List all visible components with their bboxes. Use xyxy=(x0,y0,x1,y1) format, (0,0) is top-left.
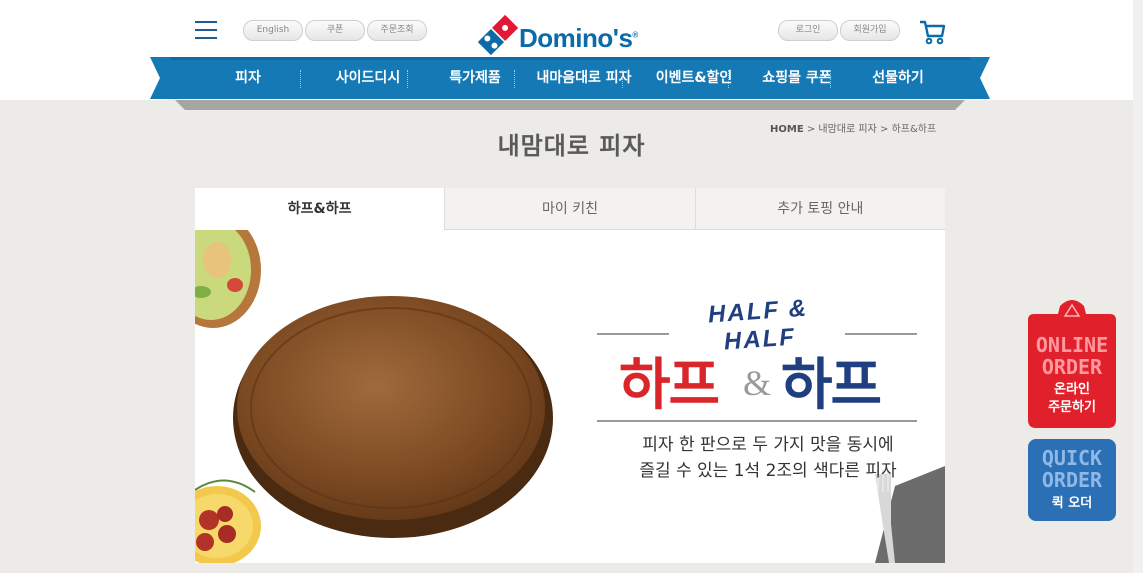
quick-order-en-line1: QUICK xyxy=(1041,446,1103,470)
domino-tile-icon xyxy=(475,12,521,58)
nav-divider xyxy=(830,70,831,88)
banner-description: 피자 한 판으로 두 가지 맛을 동시에 즐길 수 있는 1석 2조의 색다른 … xyxy=(607,432,929,484)
page-scrollbar[interactable] xyxy=(1133,0,1143,573)
online-order-ko-line2: 주문하기 xyxy=(1048,400,1096,415)
half-and-half-korean-title: 하프 & 하프 xyxy=(595,340,925,418)
nav-divider xyxy=(407,70,408,88)
title-half-left: 하프 xyxy=(619,353,720,418)
tab-half-and-half[interactable]: 하프&하프 xyxy=(195,188,445,230)
half-half-banner: HALF & HALF 하프 & 하프 피자 한 판으로 두 가지 맛을 동시에… xyxy=(195,230,945,563)
language-english-link[interactable]: English xyxy=(243,20,303,41)
title-underline xyxy=(597,420,917,422)
banner-description-line2: 즐길 수 있는 1석 2조의 색다른 피자 xyxy=(639,461,897,481)
quick-order-en-line2: ORDER xyxy=(1041,468,1103,492)
nav-item-my-pizza[interactable]: 내마음대로 피자 xyxy=(528,57,640,99)
tab-bar: 하프&하프 마이 키친 추가 토핑 안내 xyxy=(195,188,945,230)
online-order-en-line2: ORDER xyxy=(1041,355,1103,379)
nav-item-side-dish[interactable]: 사이드디시 xyxy=(314,57,422,99)
nav-item-special[interactable]: 특가제품 xyxy=(422,57,528,99)
nav-item-mall-coupon[interactable]: 쇼핑몰 쿠폰 xyxy=(748,57,846,99)
menu-icon[interactable] xyxy=(195,21,217,39)
logo-text: Domino's xyxy=(519,23,633,53)
nav-item-events[interactable]: 이벤트&할인 xyxy=(640,57,748,99)
nav-divider xyxy=(728,70,729,88)
nav-item-pizza[interactable]: 피자 xyxy=(182,57,314,99)
title-divider-left xyxy=(597,333,669,335)
title-divider-right xyxy=(845,333,917,335)
nav-divider xyxy=(300,70,301,88)
signup-link[interactable]: 회원가입 xyxy=(840,20,900,41)
nav-item-gift[interactable]: 선물하기 xyxy=(846,57,950,99)
order-lookup-link[interactable]: 주문조회 xyxy=(367,20,427,41)
wooden-board-image xyxy=(195,230,553,563)
login-link[interactable]: 로그인 xyxy=(778,20,838,41)
page-title: 내맘대로 피자 xyxy=(497,132,646,160)
online-order-en-line1: ONLINE xyxy=(1035,333,1109,357)
tab-extra-topping[interactable]: 추가 토핑 안내 xyxy=(694,188,945,230)
nav-divider xyxy=(514,70,515,88)
online-order-button[interactable]: ONLINE ORDER 온라인 주문하기 xyxy=(1026,296,1118,430)
quick-order-button[interactable]: QUICK ORDER 퀵 오더 xyxy=(1026,437,1118,523)
main-nav: 피자 사이드디시 특가제품 내마음대로 피자 이벤트&할인 쇼핑몰 쿠폰 선물하… xyxy=(182,57,950,99)
dominos-logo[interactable]: Domino's® xyxy=(475,12,668,58)
title-ampersand: & xyxy=(743,363,772,403)
nav-divider xyxy=(622,70,623,88)
tab-my-kitchen[interactable]: 마이 키친 xyxy=(444,188,695,230)
title-half-right: 하프 xyxy=(781,353,882,418)
coupon-link[interactable]: 쿠폰 xyxy=(305,20,365,41)
registered-mark: ® xyxy=(632,30,638,40)
online-order-ko-line1: 온라인 xyxy=(1054,382,1090,397)
cart-icon[interactable] xyxy=(918,18,946,46)
quick-order-ko-label: 퀵 오더 xyxy=(1051,496,1093,511)
banner-description-line1: 피자 한 판으로 두 가지 맛을 동시에 xyxy=(642,435,894,455)
